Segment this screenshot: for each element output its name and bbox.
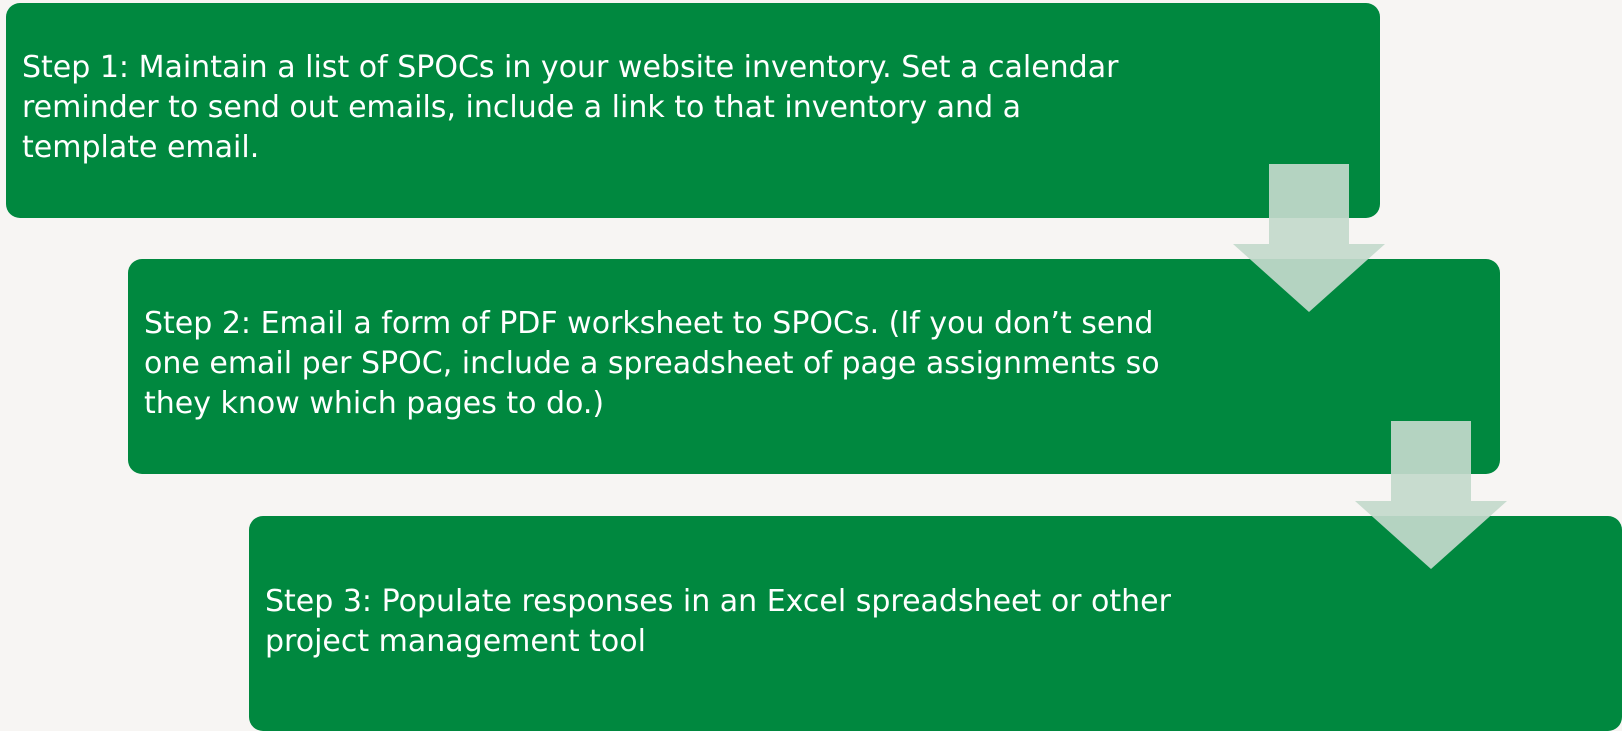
down-arrow-icon xyxy=(1233,164,1385,312)
step-1-text: Step 1: Maintain a list of SPOCs in your… xyxy=(22,50,1119,165)
step-2-text: Step 2: Email a form of PDF worksheet to… xyxy=(144,306,1160,421)
step-3-text: Step 3: Populate responses in an Excel s… xyxy=(265,584,1171,659)
down-arrow-icon xyxy=(1355,421,1507,569)
step-1-box: Step 1: Maintain a list of SPOCs in your… xyxy=(6,3,1380,218)
